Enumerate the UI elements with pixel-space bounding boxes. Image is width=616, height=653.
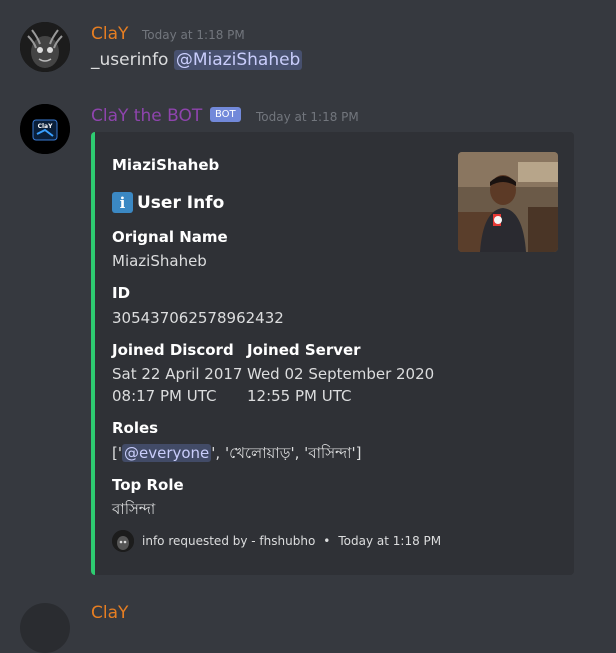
- message-timestamp: Today at 1:18 PM: [142, 28, 245, 42]
- bot-avatar[interactable]: ClaY: [20, 104, 70, 154]
- profile-photo-image: [458, 152, 558, 252]
- requester-avatar-icon: [112, 530, 134, 552]
- field-name-joined-server: Joined Server: [247, 341, 361, 359]
- embed-title: i User Info: [112, 192, 224, 213]
- roles-prefix: [': [112, 444, 122, 462]
- field-value-joined-server-date: Wed 02 September 2020: [247, 365, 435, 383]
- bot-tag-badge: BOT: [210, 107, 241, 122]
- footer-timestamp: Today at 1:18 PM: [338, 534, 442, 548]
- field-name-id: ID: [112, 284, 131, 302]
- field-value-roles: [' @everyone ', 'খেলোয়াড়', 'বাসিন্দা']: [112, 442, 362, 464]
- field-name-top-role: Top Role: [112, 476, 184, 494]
- field-name-joined-discord: Joined Discord: [112, 341, 234, 359]
- field-value-joined-server-time: 12:55 PM UTC: [247, 387, 352, 405]
- message-username[interactable]: ClaY: [91, 24, 128, 44]
- next-message-avatar[interactable]: [20, 603, 70, 653]
- role-mention-everyone[interactable]: @everyone: [121, 444, 212, 462]
- field-value-original-name: MiaziShaheb: [112, 252, 207, 270]
- creature-avatar-image: [20, 22, 70, 72]
- command-text: _userinfo: [91, 50, 169, 70]
- embed-title-text: User Info: [137, 192, 225, 213]
- field-name-original-name: Orignal Name: [112, 228, 228, 246]
- bot-message-timestamp: Today at 1:18 PM: [256, 110, 359, 124]
- footer-separator: •: [323, 534, 331, 548]
- field-name-roles: Roles: [112, 419, 159, 437]
- user-avatar[interactable]: [20, 22, 70, 72]
- user-mention[interactable]: @MiaziShaheb: [173, 50, 303, 70]
- info-icon: i: [112, 192, 133, 213]
- roles-suffix: ', 'খেলোয়াড়', 'বাসিন্দা']: [211, 444, 362, 462]
- embed-author: MiaziShaheb: [112, 156, 220, 174]
- field-value-joined-discord-time: 08:17 PM UTC: [112, 387, 217, 405]
- message-content: _userinfo @MiaziShaheb: [91, 50, 303, 70]
- bot-logo-text: ClaY: [38, 123, 54, 130]
- field-value-id: 305437062578962432: [112, 309, 284, 327]
- footer-text: info requested by - fhshubho: [142, 534, 316, 548]
- next-message-username[interactable]: ClaY: [91, 603, 128, 623]
- user-avatar-thumbnail[interactable]: [458, 152, 558, 252]
- bot-logo-image: ClaY: [20, 104, 70, 154]
- user-info-embed: MiaziShaheb i User Info Orignal Name Mia…: [91, 132, 574, 575]
- bot-username[interactable]: ClaY the BOT: [91, 106, 202, 126]
- field-value-top-role: বাসিন্দা: [112, 500, 156, 518]
- field-value-joined-discord-date: Sat 22 April 2017: [112, 365, 243, 383]
- footer-avatar: [112, 530, 134, 552]
- embed-footer: info requested by - fhshubho • Today at …: [112, 530, 441, 552]
